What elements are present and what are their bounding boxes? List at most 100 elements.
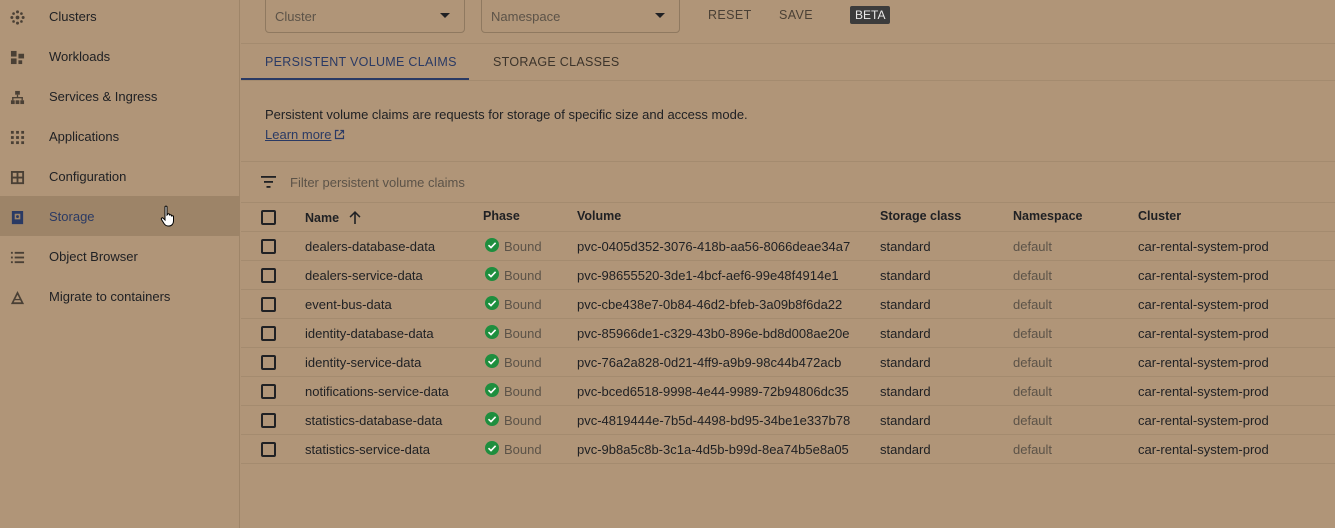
cell-name[interactable]: identity-database-data <box>305 326 434 341</box>
storage-icon <box>9 209 25 225</box>
row-checkbox[interactable] <box>261 326 276 341</box>
column-header-phase[interactable]: Phase <box>483 209 520 223</box>
cell-cluster[interactable]: car-rental-system-prod <box>1138 268 1269 283</box>
cell-cluster[interactable]: car-rental-system-prod <box>1138 297 1269 312</box>
reset-button[interactable]: RESET <box>708 8 752 22</box>
table-row[interactable]: statistics-service-data Bound pvc-9b8a5c8b… <box>241 435 1335 464</box>
services-icon <box>9 89 25 105</box>
sidebar-item-label: Storage <box>49 209 95 224</box>
row-checkbox[interactable] <box>261 384 276 399</box>
column-header-volume[interactable]: Volume <box>577 209 621 223</box>
cell-name[interactable]: statistics-service-data <box>305 442 430 457</box>
cell-namespace[interactable]: default <box>1013 413 1052 428</box>
table-row[interactable]: notifications-service-data Bound pvc-bced6… <box>241 377 1335 406</box>
cell-name[interactable]: notifications-service-data <box>305 384 449 399</box>
check-circle-icon <box>485 296 499 310</box>
workloads-icon <box>9 49 25 65</box>
cell-volume[interactable]: pvc-4819444e-7b5d-4498-bd95-34be1e337b78 <box>577 413 850 428</box>
cell-storage-class[interactable]: standard <box>880 297 931 312</box>
arrow-up-icon <box>349 211 361 224</box>
sidebar-item-configuration[interactable]: Configuration <box>0 156 240 196</box>
column-header-cluster[interactable]: Cluster <box>1138 209 1181 223</box>
table-row[interactable]: dealers-service-data Bound pvc-98655520-3d… <box>241 261 1335 290</box>
cell-name[interactable]: statistics-database-data <box>305 413 442 428</box>
cell-namespace[interactable]: default <box>1013 326 1052 341</box>
cell-cluster[interactable]: car-rental-system-prod <box>1138 326 1269 341</box>
page-description: Persistent volume claims are requests fo… <box>265 107 748 122</box>
cell-name[interactable]: dealers-service-data <box>305 268 423 283</box>
table-row[interactable]: statistics-database-data Bound pvc-4819444… <box>241 406 1335 435</box>
table-row[interactable]: identity-database-data Bound pvc-85966de1-… <box>241 319 1335 348</box>
cell-volume[interactable]: pvc-cbe438e7-0b84-46d2-bfeb-3a09b8f6da22 <box>577 297 842 312</box>
cell-volume[interactable]: pvc-0405d352-3076-418b-aa56-8066deae34a7 <box>577 239 850 254</box>
sidebar-item-services-ingress[interactable]: Services & Ingress <box>0 76 240 116</box>
sidebar-item-label: Migrate to containers <box>49 289 171 304</box>
cell-phase: Bound <box>504 326 542 341</box>
cell-storage-class[interactable]: standard <box>880 268 931 283</box>
cell-phase: Bound <box>504 413 542 428</box>
sidebar-item-workloads[interactable]: Workloads <box>0 36 240 76</box>
cell-cluster[interactable]: car-rental-system-prod <box>1138 355 1269 370</box>
configuration-icon <box>9 169 25 185</box>
sidebar-item-migrate[interactable]: Migrate to containers <box>0 276 240 316</box>
sidebar-item-object-browser[interactable]: Object Browser <box>0 236 240 276</box>
row-checkbox[interactable] <box>261 442 276 457</box>
cell-storage-class[interactable]: standard <box>880 413 931 428</box>
cell-volume[interactable]: pvc-85966de1-c329-43b0-896e-bd8d008ae20e <box>577 326 850 341</box>
sidebar-item-storage[interactable]: Storage <box>0 196 240 236</box>
check-circle-icon <box>485 383 499 397</box>
cell-name[interactable]: dealers-database-data <box>305 239 435 254</box>
tab-storage-classes[interactable]: STORAGE CLASSES <box>469 44 634 80</box>
cell-name[interactable]: event-bus-data <box>305 297 392 312</box>
cell-phase: Bound <box>504 355 542 370</box>
cell-storage-class[interactable]: standard <box>880 442 931 457</box>
table-row[interactable]: identity-service-data Bound pvc-76a2a828-0… <box>241 348 1335 377</box>
row-checkbox[interactable] <box>261 355 276 370</box>
cell-namespace[interactable]: default <box>1013 442 1052 457</box>
tab-persistent-volume-claims[interactable]: PERSISTENT VOLUME CLAIMS <box>241 44 469 80</box>
cell-namespace[interactable]: default <box>1013 297 1052 312</box>
save-button[interactable]: SAVE <box>779 8 813 22</box>
filter-input[interactable] <box>290 173 690 191</box>
row-checkbox[interactable] <box>261 413 276 428</box>
cell-cluster[interactable]: car-rental-system-prod <box>1138 442 1269 457</box>
table-row[interactable]: dealers-database-data Bound pvc-0405d352-3… <box>241 232 1335 261</box>
column-header-namespace[interactable]: Namespace <box>1013 209 1083 223</box>
cluster-dropdown-placeholder: Cluster <box>275 9 317 24</box>
cell-storage-class[interactable]: standard <box>880 384 931 399</box>
cell-storage-class[interactable]: standard <box>880 326 931 341</box>
table-row[interactable]: event-bus-data Bound pvc-cbe438e7-0b84-46d… <box>241 290 1335 319</box>
cell-cluster[interactable]: car-rental-system-prod <box>1138 239 1269 254</box>
beta-badge: BETA <box>850 6 891 24</box>
cell-cluster[interactable]: car-rental-system-prod <box>1138 384 1269 399</box>
cell-storage-class[interactable]: standard <box>880 239 931 254</box>
select-all-checkbox[interactable] <box>261 210 276 225</box>
learn-more-link[interactable]: Learn more <box>265 127 345 142</box>
cell-namespace[interactable]: default <box>1013 268 1052 283</box>
column-header-storage-class[interactable]: Storage class <box>880 209 961 223</box>
cell-volume[interactable]: pvc-bced6518-9998-4e44-9989-72b94806dc35 <box>577 384 849 399</box>
tab-label: PERSISTENT VOLUME CLAIMS <box>265 55 457 69</box>
cell-volume[interactable]: pvc-76a2a828-0d21-4ff9-a9b9-98c44b472acb <box>577 355 841 370</box>
row-checkbox[interactable] <box>261 268 276 283</box>
cluster-dropdown[interactable]: Cluster <box>265 0 465 33</box>
cell-namespace[interactable]: default <box>1013 355 1052 370</box>
clusters-icon <box>9 9 25 25</box>
cell-name[interactable]: identity-service-data <box>305 355 421 370</box>
cell-volume[interactable]: pvc-9b8a5c8b-3c1a-4d5b-b99d-8ea74b5e8a05 <box>577 442 849 457</box>
sidebar-item-clusters[interactable]: Clusters <box>0 0 240 36</box>
cell-namespace[interactable]: default <box>1013 384 1052 399</box>
cell-storage-class[interactable]: standard <box>880 355 931 370</box>
cell-phase: Bound <box>504 384 542 399</box>
check-circle-icon <box>485 412 499 426</box>
column-header-name[interactable]: Name <box>305 209 361 225</box>
cell-cluster[interactable]: car-rental-system-prod <box>1138 413 1269 428</box>
namespace-dropdown-placeholder: Namespace <box>491 9 561 24</box>
sidebar-item-applications[interactable]: Applications <box>0 116 240 156</box>
row-checkbox[interactable] <box>261 239 276 254</box>
cell-namespace[interactable]: default <box>1013 239 1052 254</box>
namespace-dropdown[interactable]: Namespace <box>481 0 680 33</box>
check-circle-icon <box>485 238 499 252</box>
cell-volume[interactable]: pvc-98655520-3de1-4bcf-aef6-99e48f4914e1 <box>577 268 839 283</box>
row-checkbox[interactable] <box>261 297 276 312</box>
